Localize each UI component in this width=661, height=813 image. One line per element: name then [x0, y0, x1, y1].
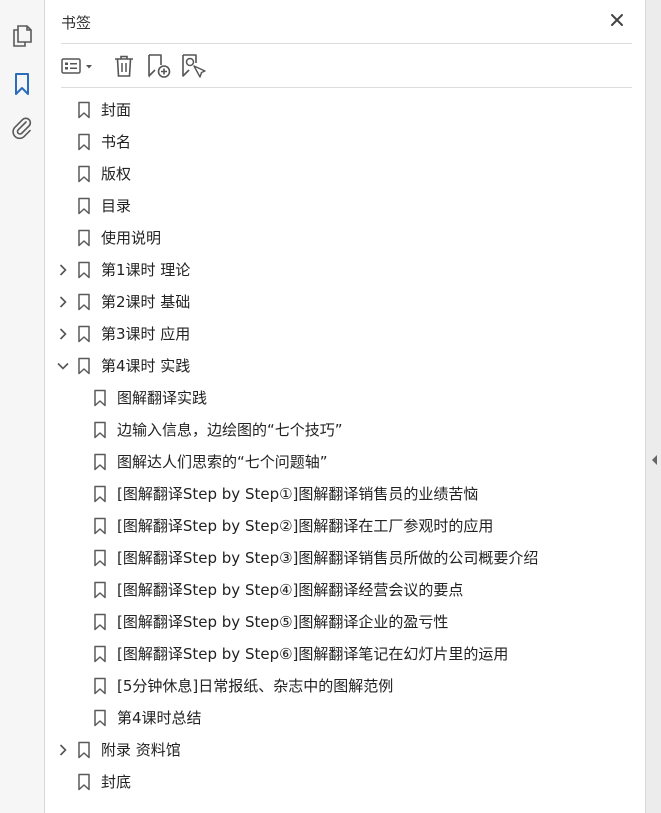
bookmark-label: 图解翻译实践 — [117, 389, 208, 407]
new-bookmark-button[interactable] — [145, 52, 173, 80]
bookmark-icon — [93, 517, 107, 535]
new-bookmark-icon — [148, 54, 171, 78]
bookmark-label: [图解翻译Step by Step⑥]图解翻译笔记在幻灯片里的运用 — [117, 645, 509, 663]
chevron-right-icon[interactable] — [55, 742, 71, 758]
bookmark-icon — [77, 357, 91, 375]
delete-bookmark-button[interactable] — [111, 52, 137, 80]
bookmark-child-item[interactable]: 图解达人们思索的“七个问题轴” — [45, 446, 645, 478]
collapse-panel-handle[interactable] — [649, 452, 659, 466]
close-icon — [611, 14, 623, 26]
toolbar-bottom-divider — [61, 87, 632, 88]
bookmark-label: [图解翻译Step by Step④]图解翻译经营会议的要点 — [117, 581, 464, 599]
header-divider — [61, 43, 632, 44]
chevron-down-icon[interactable] — [55, 358, 71, 374]
close-panel-button[interactable] — [607, 10, 627, 30]
bookmarks-toolbar — [61, 50, 632, 82]
bookmark-child-item[interactable]: 边输入信息，边绘图的“七个技巧” — [45, 414, 645, 446]
chevron-right-icon[interactable] — [55, 294, 71, 310]
bookmark-icon — [93, 709, 107, 727]
bookmark-label: 使用说明 — [101, 229, 162, 247]
bookmark-child-item[interactable]: [图解翻译Step by Step①]图解翻译销售员的业绩苦恼 — [45, 478, 645, 510]
bookmark-child-item[interactable]: [图解翻译Step by Step⑥]图解翻译笔记在幻灯片里的运用 — [45, 638, 645, 670]
bookmark-item[interactable]: 封底 — [45, 766, 645, 798]
bookmark-label: [图解翻译Step by Step③]图解翻译销售员所做的公司概要介绍 — [117, 549, 539, 567]
bookmark-label: 附录 资料馆 — [101, 741, 181, 759]
pages-icon[interactable] — [8, 22, 36, 50]
chevron-right-icon[interactable] — [55, 326, 71, 342]
bookmark-icon — [77, 133, 91, 151]
bookmark-label: 封面 — [101, 101, 132, 119]
bookmark-icon — [93, 581, 107, 599]
bookmark-child-item[interactable]: [图解翻译Step by Step②]图解翻译在工厂参观时的应用 — [45, 510, 645, 542]
bookmark-child-item[interactable]: [5分钟休息]日常报纸、杂志中的图解范例 — [45, 670, 645, 702]
bookmark-tree: 封面书名版权目录使用说明第1课时 理论 第2课时 基础 第3课时 应用 第4课时 实践… — [45, 94, 645, 798]
find-bookmark-button[interactable] — [179, 52, 207, 80]
bookmark-item[interactable]: 版权 — [45, 158, 645, 190]
bookmark-item[interactable]: 第3课时 应用 — [45, 318, 645, 350]
bookmark-icon — [77, 293, 91, 311]
bookmark-icon — [93, 613, 107, 631]
bookmark-icon — [77, 773, 91, 791]
bookmark-icon — [93, 645, 107, 663]
bookmark-label: [图解翻译Step by Step⑤]图解翻译企业的盈亏性 — [117, 613, 449, 631]
bookmark-child-item[interactable]: 第4课时总结 — [45, 702, 645, 734]
bookmark-label: 第1课时 理论 — [101, 261, 191, 279]
bookmark-item[interactable]: 目录 — [45, 190, 645, 222]
bookmark-item[interactable]: 附录 资料馆 — [45, 734, 645, 766]
bookmark-label: 第4课时 实践 — [101, 357, 191, 375]
bookmark-icon — [93, 549, 107, 567]
bookmark-icon — [93, 421, 107, 439]
bookmark-label: [图解翻译Step by Step②]图解翻译在工厂参观时的应用 — [117, 517, 494, 535]
bookmark-label: 图解达人们思索的“七个问题轴” — [117, 453, 328, 471]
bookmark-item[interactable]: 使用说明 — [45, 222, 645, 254]
bookmark-icon — [93, 453, 107, 471]
options-menu-button[interactable] — [61, 52, 97, 80]
bookmark-label: 边输入信息，边绘图的“七个技巧” — [117, 421, 343, 439]
bookmark-label: 版权 — [101, 165, 132, 183]
bookmark-item[interactable]: 书名 — [45, 126, 645, 158]
bookmark-child-item[interactable]: [图解翻译Step by Step④]图解翻译经营会议的要点 — [45, 574, 645, 606]
bookmark-item[interactable]: 第2课时 基础 — [45, 286, 645, 318]
panel-title: 书签 — [61, 14, 92, 32]
bookmark-label: 目录 — [101, 197, 132, 215]
bookmark-icon — [77, 325, 91, 343]
bookmark-child-item[interactable]: 图解翻译实践 — [45, 382, 645, 414]
options-menu-icon — [61, 58, 92, 74]
delete-icon — [115, 55, 133, 77]
bookmark-item[interactable]: 第4课时 实践 — [45, 350, 645, 382]
bookmark-child-item[interactable]: [图解翻译Step by Step⑤]图解翻译企业的盈亏性 — [45, 606, 645, 638]
bookmark-child-item[interactable]: [图解翻译Step by Step③]图解翻译销售员所做的公司概要介绍 — [45, 542, 645, 574]
navigation-rail — [0, 0, 45, 813]
bookmark-icon — [77, 101, 91, 119]
caret-left-icon — [652, 455, 657, 465]
bookmark-icon — [77, 165, 91, 183]
bookmark-icon — [93, 485, 107, 503]
bookmark-icon[interactable] — [8, 70, 36, 98]
bookmark-label: 书名 — [101, 133, 132, 151]
bookmark-icon — [93, 389, 107, 407]
bookmark-icon — [93, 677, 107, 695]
bookmark-label: 第3课时 应用 — [101, 325, 191, 343]
bookmark-item[interactable]: 封面 — [45, 94, 645, 126]
chevron-right-icon[interactable] — [55, 262, 71, 278]
bookmark-item[interactable]: 第1课时 理论 — [45, 254, 645, 286]
bookmark-label: 封底 — [101, 773, 132, 791]
panel-gutter — [645, 0, 661, 813]
bookmark-label: 第2课时 基础 — [101, 293, 191, 311]
attachment-icon[interactable] — [8, 114, 36, 142]
bookmark-icon — [77, 229, 91, 247]
bookmark-label: 第4课时总结 — [117, 709, 202, 727]
bookmark-label: [图解翻译Step by Step①]图解翻译销售员的业绩苦恼 — [117, 485, 479, 503]
bookmark-label: [5分钟休息]日常报纸、杂志中的图解范例 — [117, 677, 394, 695]
bookmark-icon — [77, 197, 91, 215]
find-bookmark-icon — [182, 54, 206, 78]
bookmark-icon — [77, 261, 91, 279]
bookmark-icon — [77, 741, 91, 759]
bookmarks-panel: 书签 封面 书名 版权 目录 使用说明 第1课时 理论 第2课时 基础 第3课时… — [45, 0, 645, 813]
